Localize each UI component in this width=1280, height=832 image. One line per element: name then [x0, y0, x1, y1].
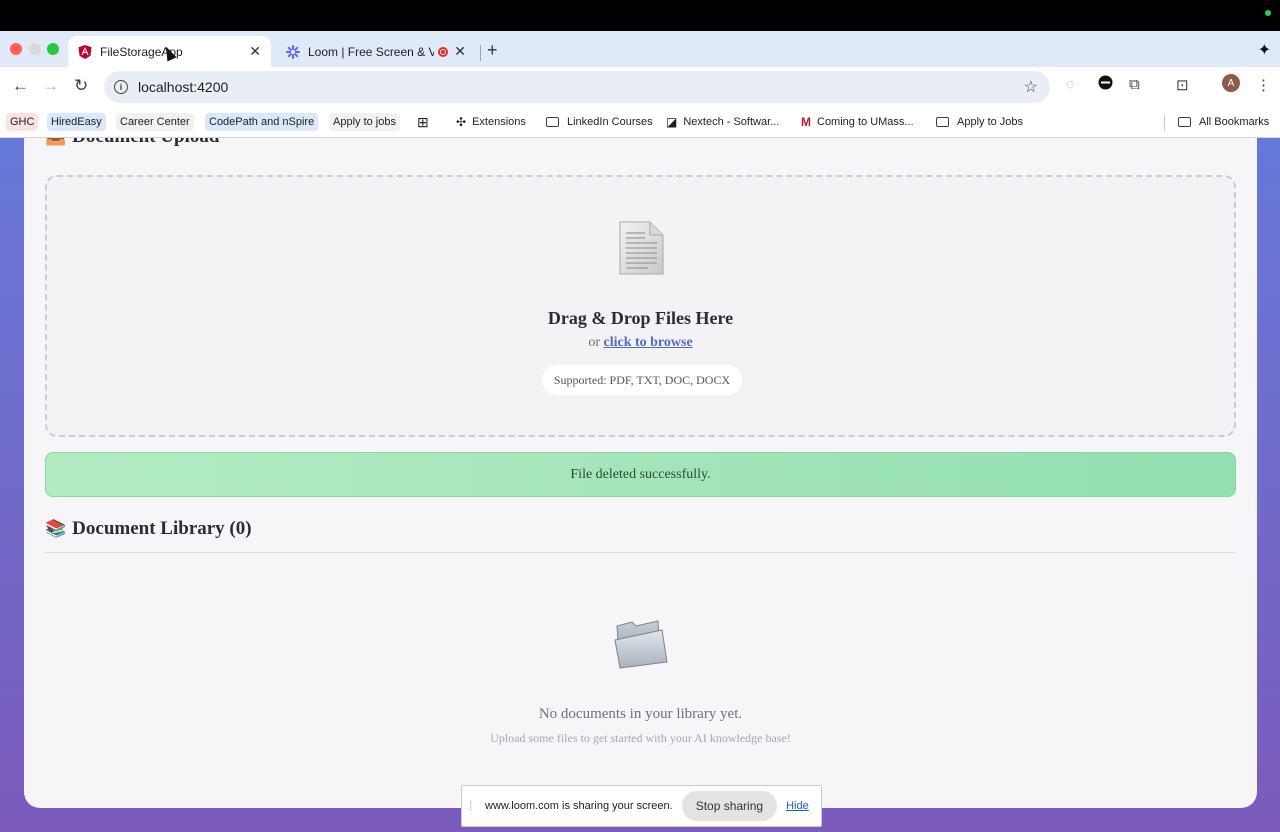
empty-library-title: No documents in your library yet. [538, 706, 743, 722]
recording-icon [438, 46, 449, 57]
success-alert: File deleted successfully. [45, 452, 1236, 497]
app-page: 📤 Document Upload Drag & Drop Files Here… [0, 138, 1280, 832]
window-maximize-button[interactable] [47, 43, 59, 55]
close-tab-icon[interactable]: ✕ [249, 43, 261, 60]
bookmark-label: All Bookmarks [1199, 116, 1270, 128]
screen-top-strip [0, 0, 1280, 31]
browser-chrome: FileStorageApp ✕ Loom | Free Screen & Vi… [0, 31, 1280, 138]
back-arrow-icon[interactable]: ← [12, 76, 29, 96]
bookmark-codepath[interactable]: CodePath and nSpire [205, 113, 319, 131]
extensions-puzzle-icon[interactable]: ⧉ [1129, 76, 1140, 93]
supported-formats-badge: Supported: PDF, TXT, DOC, DOCX [542, 365, 742, 395]
folder-icon [546, 117, 559, 127]
bookmark-star-icon[interactable]: ☆ [1024, 77, 1038, 97]
bookmark-all-bookmarks[interactable]: All Bookmarks [1178, 113, 1269, 131]
site-info-icon[interactable]: i [114, 80, 128, 94]
forward-arrow-icon[interactable]: → [42, 76, 59, 96]
apps-grid-icon[interactable]: ⊞ [417, 113, 429, 131]
extension-icon[interactable]: ◌ [1066, 76, 1075, 93]
upload-title-text: Document Upload [72, 138, 219, 148]
address-bar[interactable]: i localhost:4200 ☆ [104, 71, 1050, 103]
umass-icon: M [801, 115, 811, 129]
bookmark-coming-to-umass[interactable]: M Coming to UMass... [801, 113, 914, 131]
menu-kebab-icon[interactable]: ⋮ [1256, 76, 1271, 94]
browse-link[interactable]: click to browse [603, 335, 692, 350]
window-minimize-button[interactable] [29, 43, 41, 55]
tab-search-icon[interactable]: ⊡ [1176, 76, 1189, 94]
screen-share-bar: ⁞ www.loom.com is sharing your screen. S… [461, 785, 822, 827]
bookmark-extensions[interactable]: ✣ Extensions [456, 113, 526, 131]
bookmark-apply-to-jobs[interactable]: Apply to jobs [329, 113, 400, 131]
angular-icon [78, 44, 92, 59]
share-message: www.loom.com is sharing your screen. [485, 800, 673, 812]
tab-bar: FileStorageApp ✕ Loom | Free Screen & Vi… [0, 31, 1280, 67]
tab-divider [480, 45, 481, 61]
bookmark-label: Extensions [472, 116, 526, 128]
bookmarks-divider [1164, 115, 1165, 131]
window-close-button[interactable] [10, 43, 22, 55]
bookmark-ghc[interactable]: GHC [6, 113, 39, 131]
bookmark-hiredeasy[interactable]: HiredEasy [47, 113, 106, 131]
hide-share-bar-link[interactable]: Hide [786, 800, 809, 812]
close-tab-icon[interactable]: ✕ [454, 43, 466, 60]
empty-library-subtitle: Upload some files to get started with yo… [490, 731, 791, 745]
profile-avatar[interactable]: A [1222, 74, 1240, 92]
dropzone-subtitle: or click to browse [47, 335, 1234, 351]
tab-title: Loom | Free Screen & Video Recording [308, 44, 435, 59]
browser-toolbar: ← → ↻ i localhost:4200 ☆ ◌ ⧉ ⊡ ⋮ [0, 67, 1280, 107]
nextech-icon: ◪ [666, 115, 678, 129]
folder-icon [936, 117, 949, 127]
main-card: 📤 Document Upload Drag & Drop Files Here… [24, 138, 1257, 808]
dropzone-title: Drag & Drop Files Here [547, 308, 734, 328]
bookmark-label: LinkedIn Courses [567, 116, 653, 128]
bookmarks-bar: GHC HiredEasy Career Center CodePath and… [0, 107, 1280, 138]
bookmark-career-center[interactable]: Career Center [116, 113, 194, 131]
url-text: localhost:4200 [138, 79, 229, 95]
bookmark-nextech[interactable]: ◪ Nextech - Softwar... [666, 113, 779, 131]
open-folder-icon [614, 620, 668, 669]
library-title-text: Document Library (0) [72, 518, 252, 539]
upload-section-title: 📤 Document Upload [45, 138, 219, 148]
bookmark-apply-to-jobs-folder[interactable]: Apply to Jobs [936, 113, 1023, 131]
loom-icon [286, 44, 300, 59]
library-divider [45, 552, 1236, 553]
camera-indicator-icon [1265, 10, 1271, 16]
file-dropzone[interactable]: Drag & Drop Files Here or click to brows… [45, 175, 1236, 437]
puzzle-icon: ✣ [456, 115, 467, 129]
upload-emoji-icon: 📤 [45, 138, 66, 147]
drag-handle-icon[interactable]: ⁞ [469, 799, 475, 813]
gemini-icon[interactable]: ✦ [1258, 40, 1271, 60]
library-section-title: 📚 Document Library (0) [45, 518, 252, 540]
extension-dark-icon[interactable] [1098, 75, 1113, 94]
stop-sharing-button[interactable]: Stop sharing [681, 791, 778, 821]
folder-icon [1178, 117, 1191, 127]
books-emoji-icon: 📚 [45, 519, 67, 538]
browse-prefix: or [588, 335, 600, 350]
tab-loom[interactable]: Loom | Free Screen & Video Recording ✕ [276, 36, 476, 67]
new-tab-button[interactable]: + [487, 40, 498, 61]
bookmark-linkedin-courses[interactable]: LinkedIn Courses [546, 113, 653, 131]
document-icon [619, 221, 664, 275]
bookmark-label: Apply to Jobs [957, 116, 1024, 128]
reload-icon[interactable]: ↻ [74, 76, 88, 96]
bookmark-label: Coming to UMass... [817, 116, 914, 128]
bookmark-label: Nextech - Softwar... [683, 116, 780, 128]
